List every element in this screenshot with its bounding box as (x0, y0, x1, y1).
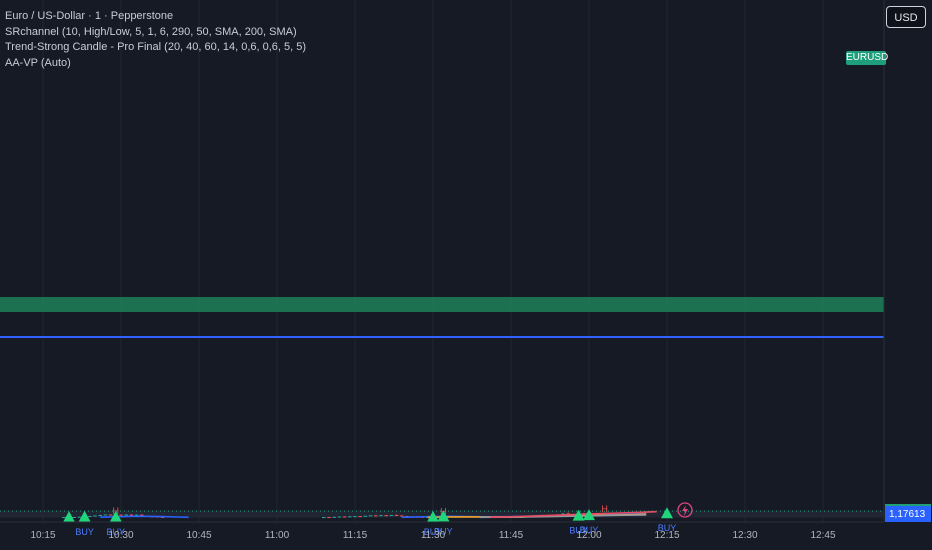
price-axis-bg (884, 0, 932, 550)
candle-body (353, 516, 357, 518)
candle-body (332, 516, 336, 518)
candle-body (400, 515, 404, 517)
candle-body (363, 515, 368, 517)
candle-body (379, 515, 383, 517)
candle-body (368, 515, 373, 517)
legend-srchannel[interactable]: SRchannel (10, High/Low, 5, 1, 6, 290, 5… (5, 25, 306, 41)
time-tick-label: 12:00 (576, 530, 601, 541)
indicator-legend: Euro / US-Dollar · 1 · Pepperstone SRcha… (5, 9, 306, 71)
candle-body (337, 516, 342, 518)
chart-area[interactable]: BUYBUYBUYBUYBUYBUYBUYHHH 1,175701,175801… (0, 0, 932, 550)
time-tick-label: 10:45 (186, 530, 211, 541)
candle-body (322, 517, 326, 519)
candle-body (348, 516, 352, 518)
candle-body (119, 514, 123, 516)
candle-body (374, 515, 378, 517)
candle-body (389, 515, 394, 517)
buy-signal-label: BUY (75, 527, 94, 537)
candle-body (358, 516, 362, 518)
chart-background (0, 0, 932, 550)
candle-body (394, 515, 399, 517)
candle-body (124, 514, 128, 516)
candle-body (327, 517, 331, 519)
candle-body (98, 515, 102, 517)
candle-body (62, 517, 66, 519)
candle-body (72, 517, 76, 518)
time-tick-label: 11:15 (343, 530, 368, 541)
price-label: 1,17613 (885, 507, 931, 523)
candle-body (77, 516, 82, 518)
candle-body (88, 516, 92, 518)
symbol-tag: EURUSD (846, 51, 889, 65)
candle-body (129, 514, 134, 516)
legend-symbol[interactable]: Euro / US-Dollar · 1 · Pepperstone (5, 9, 306, 25)
legend-aa-vp[interactable]: AA-VP (Auto) (5, 56, 306, 72)
time-tick-label: 11:30 (421, 530, 446, 541)
high-mark-label: H (113, 506, 120, 516)
high-mark-label: H (601, 504, 608, 514)
time-tick-label: 12:45 (810, 530, 835, 541)
time-tick-label: 12:15 (654, 530, 679, 541)
candle-body (103, 514, 108, 516)
time-tick-label: 10:30 (108, 530, 133, 541)
high-mark-label: H (440, 506, 447, 516)
currency-button[interactable]: USD (886, 6, 926, 28)
candle-body (384, 515, 388, 517)
chart-svg[interactable]: BUYBUYBUYBUYBUYBUYBUYHHH 1,175701,175801… (0, 0, 932, 550)
time-tick-label: 12:30 (732, 530, 757, 541)
time-tick-label: 11:00 (265, 530, 290, 541)
time-tick-label: 10:15 (30, 530, 55, 541)
legend-trend-strong[interactable]: Trend-Strong Candle - Pro Final (20, 40,… (5, 40, 306, 56)
sr-zone (0, 297, 884, 312)
candle-body (342, 516, 347, 518)
candle-body (93, 515, 97, 517)
time-tick-label: 11:45 (499, 530, 524, 541)
